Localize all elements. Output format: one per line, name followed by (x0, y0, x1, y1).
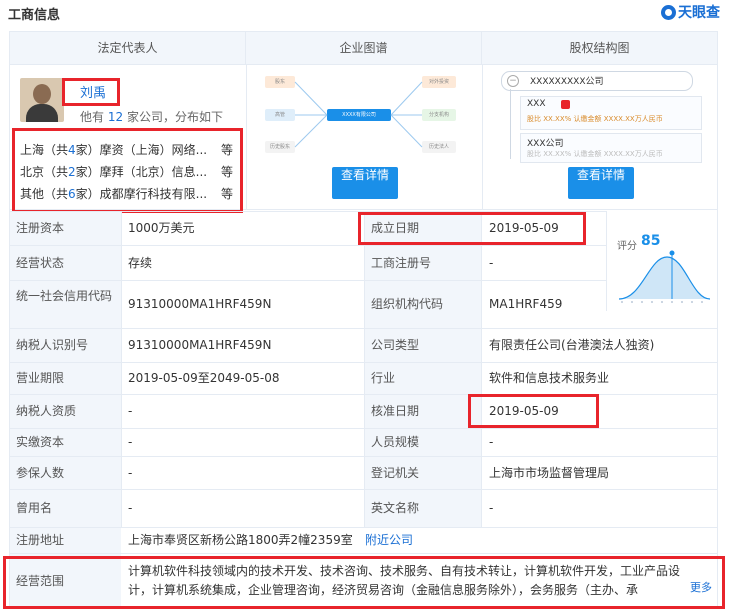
equity-holder-1: XXX 股比 XX.XX% 认缴金额 XXXX.XX万人民币 (520, 96, 702, 130)
field-label: 经营状态 (16, 255, 65, 270)
region-row-shanghai[interactable]: 上海（共4家）摩资（上海）网络... (20, 142, 207, 158)
company-count: 12 (107, 110, 124, 124)
collapse-icon[interactable]: − (507, 75, 519, 87)
field-value: - (489, 501, 494, 515)
field-label: 纳税人识别号 (16, 338, 89, 352)
highlight-approval-date (468, 394, 599, 428)
score-distribution-chart (618, 250, 711, 303)
section-title: 工商信息 (8, 8, 61, 23)
field-value: MA1HRF459 (489, 297, 563, 311)
legal-rep-panel: 刘禹 他有 12 家公司，分布如下 上海（共4家）摩资（上海）网络... 等 北… (9, 65, 246, 213)
field-value: 有限责任公司(台港澳法人独资) (489, 338, 655, 352)
field-value: - (489, 435, 494, 449)
legal-rep-name-link[interactable]: 刘禹 (80, 86, 106, 102)
region-more-other[interactable]: 等 (221, 186, 233, 202)
field-label: 纳税人资质 (16, 404, 77, 418)
field-label: 行业 (371, 371, 396, 385)
equity-company-name: XXXXXXXXX公司 (530, 77, 604, 87)
field-value: - (128, 501, 133, 515)
region-row-beijing[interactable]: 北京（共2家）摩拜（北京）信息... (20, 164, 207, 180)
field-value: - (489, 255, 494, 270)
region-more-beijing[interactable]: 等 (221, 164, 233, 180)
tab-enterprise-graph: 企业图谱 (246, 32, 482, 64)
enterprise-graph-panel: 股东 高管 历史股东 XXXX有限公司 对外投资 分支机构 历史法人 查看详情 (246, 65, 482, 210)
graph-connectors (294, 81, 423, 148)
tab-equity-structure: 股权结构图 (569, 41, 630, 55)
field-label: 曾用名 (16, 501, 53, 515)
equity-holder-2: XXX公司 股比 XX.XX% 认缴金额 XXXX.XX万人民币 (520, 133, 702, 163)
brand-logo[interactable]: 天眼查 (661, 2, 720, 22)
region-more-shanghai[interactable]: 等 (221, 142, 233, 158)
brand-name: 天眼查 (678, 5, 720, 21)
field-value: 存续 (128, 255, 153, 270)
field-value: - (128, 435, 133, 449)
field-label: 工商注册号 (371, 255, 432, 270)
field-label: 人员规模 (371, 435, 420, 449)
score-widget[interactable]: 评分 85 (606, 211, 719, 311)
highlight-established-date (358, 212, 586, 245)
field-label: 核准日期 (371, 404, 420, 418)
field-label: 组织机构代码 (371, 297, 444, 311)
region-row-other[interactable]: 其他（共6家）成都摩行科技有限... (20, 186, 207, 202)
field-label: 注册资本 (16, 221, 65, 235)
scope-label: 经营范围 (16, 574, 65, 588)
equity-panel: − XXXXXXXXX公司 XXX 股比 XX.XX% 认缴金额 XXXX.XX… (482, 65, 718, 210)
nearby-companies-link[interactable]: 附近公司 (365, 532, 413, 548)
field-label: 营业期限 (16, 371, 65, 385)
field-label: 英文名称 (371, 501, 420, 515)
address-label: 注册地址 (16, 533, 65, 547)
field-label: 登记机关 (371, 465, 420, 480)
highlight-business-scope (3, 556, 725, 609)
field-label: 参保人数 (16, 465, 65, 480)
field-value: 91310000MA1HRF459N (128, 338, 272, 352)
field-value: 91310000MA1HRF459N (128, 297, 272, 311)
company-count-text: 他有 12 家公司，分布如下 (80, 110, 223, 124)
equity-company-node: − XXXXXXXXX公司 (501, 71, 693, 91)
score-value: 85 (641, 233, 661, 249)
field-value: - (128, 404, 133, 418)
tab-legal-rep: 法定代表人 (10, 32, 246, 64)
field-label: 统一社会信用代码 (16, 289, 113, 303)
field-value: 上海市市场监督管理局 (489, 465, 610, 480)
graph-view-details-button[interactable]: 查看详情 (332, 167, 398, 199)
field-label: 公司类型 (371, 338, 420, 352)
avatar (20, 78, 64, 122)
field-label: 实缴资本 (16, 435, 65, 449)
field-value: 1000万美元 (128, 221, 195, 235)
field-value: - (128, 465, 133, 480)
address-value: 上海市奉贤区新杨公路1800弄2幢2359室 (128, 533, 353, 547)
equity-view-details-button[interactable]: 查看详情 (568, 167, 634, 199)
field-value: 软件和信息技术服务业 (489, 371, 610, 385)
panel-header-row: 法定代表人 企业图谱 股权结构图 (9, 31, 718, 65)
logo-icon (661, 4, 676, 20)
flag-icon (561, 100, 570, 109)
field-value: 2019-05-09至2049-05-08 (128, 371, 280, 385)
